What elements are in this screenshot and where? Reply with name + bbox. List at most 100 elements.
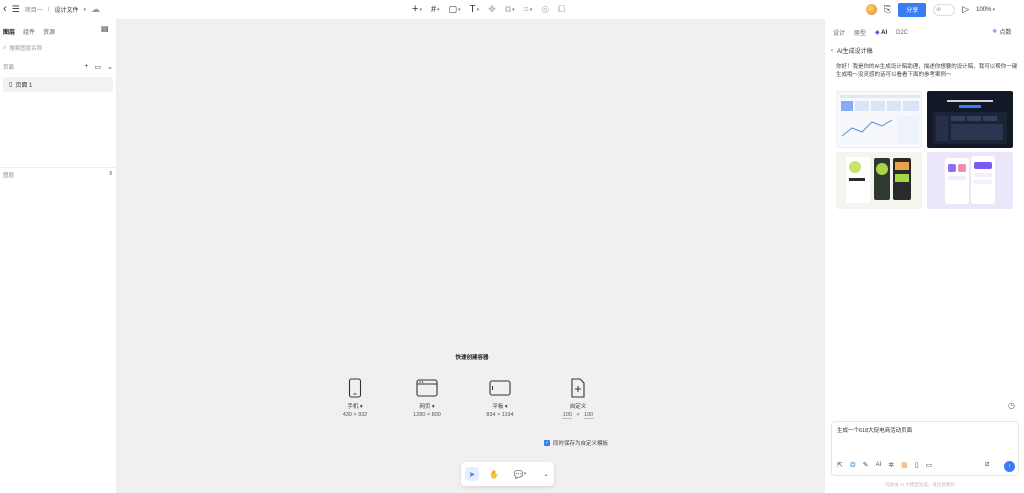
palette-icon[interactable]: ▦ [901,461,908,469]
device-phone[interactable]: 手机 ▾ 430 × 932 [327,378,383,418]
chat-input[interactable]: 生成一个618大促电商活动页面 [837,426,912,434]
search-input[interactable]: 搜索图层名称 [9,44,42,52]
purple-app-preview-image [945,156,995,204]
tab-layers[interactable]: 图层 [3,27,15,36]
chevron-down-icon: ▾ [476,6,480,13]
code-icon: ‹/› [936,6,941,13]
pointer-icon: ➤ [468,469,476,479]
right-panel: 设计 原型 ◆ AI D2C ❖ 点数 ‹ AI生成设计稿 你好！我是你的AI生… [824,19,1024,493]
collapse-icon[interactable]: ⌄ [107,63,113,71]
checkbox[interactable]: ✓ [544,440,550,446]
bottom-toolbar: ➤ ✋ 💬 ▾ ⌄ [461,462,554,486]
dashboard-preview-image [840,95,920,144]
image-upload-icon[interactable]: ⧄ [985,461,989,469]
dark-dashboard-preview-image [933,100,1007,144]
pointer-tool[interactable]: ➤ [465,467,479,481]
avatar[interactable] [866,4,877,15]
layers-header: 图层 ⇕ [3,171,113,179]
add-tool[interactable]: + ▾ [412,4,422,15]
rectangle-tool[interactable]: ▢ ▾ [448,5,460,14]
boolean-tool[interactable]: ⧉ ▾ [505,5,515,14]
hand-tool[interactable]: ✋ [487,467,501,481]
tab-prototype[interactable]: 原型 [854,28,866,37]
play-icon[interactable]: ▷ [962,5,969,14]
tab-assets[interactable]: 资源 [43,27,55,36]
top-toolbar: ‹ ☰ 项目一 / 设计文件 ▾ ☁ + ▾ # ▾ ▢ ▾ T ▾ ✥ ⧉ ▾ ⌗ ▾ ◎… [0,0,1024,19]
ai-logo-icon: ◆ [875,30,880,36]
chevron-down-icon: ▾ [512,6,515,13]
color-icon[interactable]: ❂ [850,461,856,469]
device-phone-size: 430 × 932 [342,412,368,418]
chevron-down-icon: ▾ [419,6,422,13]
points-badge[interactable]: ❖ 点数 [992,27,1011,36]
ai-icon[interactable]: AI [876,462,882,468]
tab-d2c[interactable]: D2C [896,30,908,36]
left-panel: 图层 组件 资源 ▤ ⌕ 搜索图层名称 页面 + ▭ ⌄ ▯ 页面 1 图层 ⇕ [0,19,117,493]
device-custom-label: 自定义 [569,404,587,410]
device-tablet[interactable]: 平板 ▾ 834 × 1194 [472,378,528,418]
zoom-control[interactable]: 100% ▾ [976,7,995,13]
crop-tool[interactable]: ⌗ ▾ [524,5,533,14]
chat-toolbar: ⇱ ❂ ✎ AI ✲ ▦ ▯ ▭ [837,461,932,469]
mobile-app-preview-image [846,157,911,203]
share-button[interactable]: 分享 [898,2,927,17]
text-icon: T [469,3,476,15]
chevron-down-icon[interactable]: ▾ [83,7,86,13]
double-chevron-icon: ⌄ [543,471,549,478]
select-icon[interactable]: ⇱ [837,461,843,469]
expand-icon[interactable]: ⇕ [108,171,113,179]
folder-icon[interactable]: ▭ [95,63,102,71]
example-thumbnail[interactable] [836,91,922,148]
comment-icon: 💬 [513,469,524,479]
left-tabs: 图层 组件 资源 [3,27,55,36]
mask-icon[interactable]: ◎ [541,5,549,14]
more-tools[interactable]: ⌄ [539,467,553,481]
tab-design[interactable]: 设计 [833,28,845,37]
custom-width-input[interactable]: 100 [562,412,573,419]
send-button[interactable]: ↑ [1004,461,1015,472]
tab-components[interactable]: 组件 [23,27,35,36]
plugin-icon[interactable]: ⎘ [884,5,891,14]
text-tool[interactable]: T ▾ [469,3,480,15]
breadcrumb-file[interactable]: 设计文件 [54,5,78,14]
example-thumbnail[interactable] [836,152,922,209]
slice-icon[interactable]: ⧠ [558,5,565,14]
chat-input-box[interactable]: 生成一个618大促电商活动页面 ⇱ ❂ ✎ AI ✲ ▦ ▯ ▭ ⧄ ↑ [831,421,1019,476]
save-template-option[interactable]: ✓ 同时保存为自定义模板 [544,439,608,447]
layer-search[interactable]: ⌕ 搜索图层名称 [3,44,42,53]
add-page-icon[interactable]: + [84,63,88,71]
layout-icon[interactable]: ▭ [926,461,933,469]
page-item[interactable]: ▯ 页面 1 [3,77,113,92]
cloud-icon: ☁ [90,4,100,14]
ai-header[interactable]: ‹ AI生成设计稿 [831,46,873,56]
comment-tool[interactable]: 💬 ▾ [509,467,531,481]
custom-height-input[interactable]: 100 [583,412,594,419]
points-label: 点数 [999,30,1012,36]
brush-icon[interactable]: ✎ [863,461,869,469]
back-icon[interactable]: ‹ [831,48,833,54]
tab-ai[interactable]: ◆ AI [875,29,887,36]
device-icon[interactable]: ▯ [915,461,919,469]
style-icon[interactable]: ✲ [888,461,894,469]
example-thumbnail[interactable] [927,91,1013,148]
pages-label: 页面 [3,65,15,71]
library-icon[interactable]: ▤ [101,25,109,33]
device-web[interactable]: 网页 ▾ 1280 × 800 [399,378,455,418]
device-phone-label: 手机 ▾ [347,404,363,410]
device-tablet-size: 834 × 1194 [486,412,514,418]
right-tabs: 设计 原型 ◆ AI D2C [833,28,908,38]
breadcrumb-project[interactable]: 项目一 [25,5,43,14]
device-custom[interactable]: 自定义 100 × 100 [550,378,606,419]
history-icon[interactable]: ◷ [1008,401,1015,410]
back-icon[interactable]: ‹ [3,4,7,15]
ai-title: AI生成设计稿 [837,49,873,55]
canvas[interactable] [117,19,824,493]
component-icon[interactable]: ✥ [488,5,496,14]
times-sign: × [576,412,580,418]
menu-icon[interactable]: ☰ [12,5,20,14]
example-thumbnail[interactable] [927,152,1013,209]
code-toggle[interactable]: ‹/› [933,3,956,16]
divider [0,167,117,168]
ai-disclaimer: 内容由 AI 大模型生成，请注意甄别 [885,482,955,487]
frame-tool[interactable]: # ▾ [431,5,440,14]
